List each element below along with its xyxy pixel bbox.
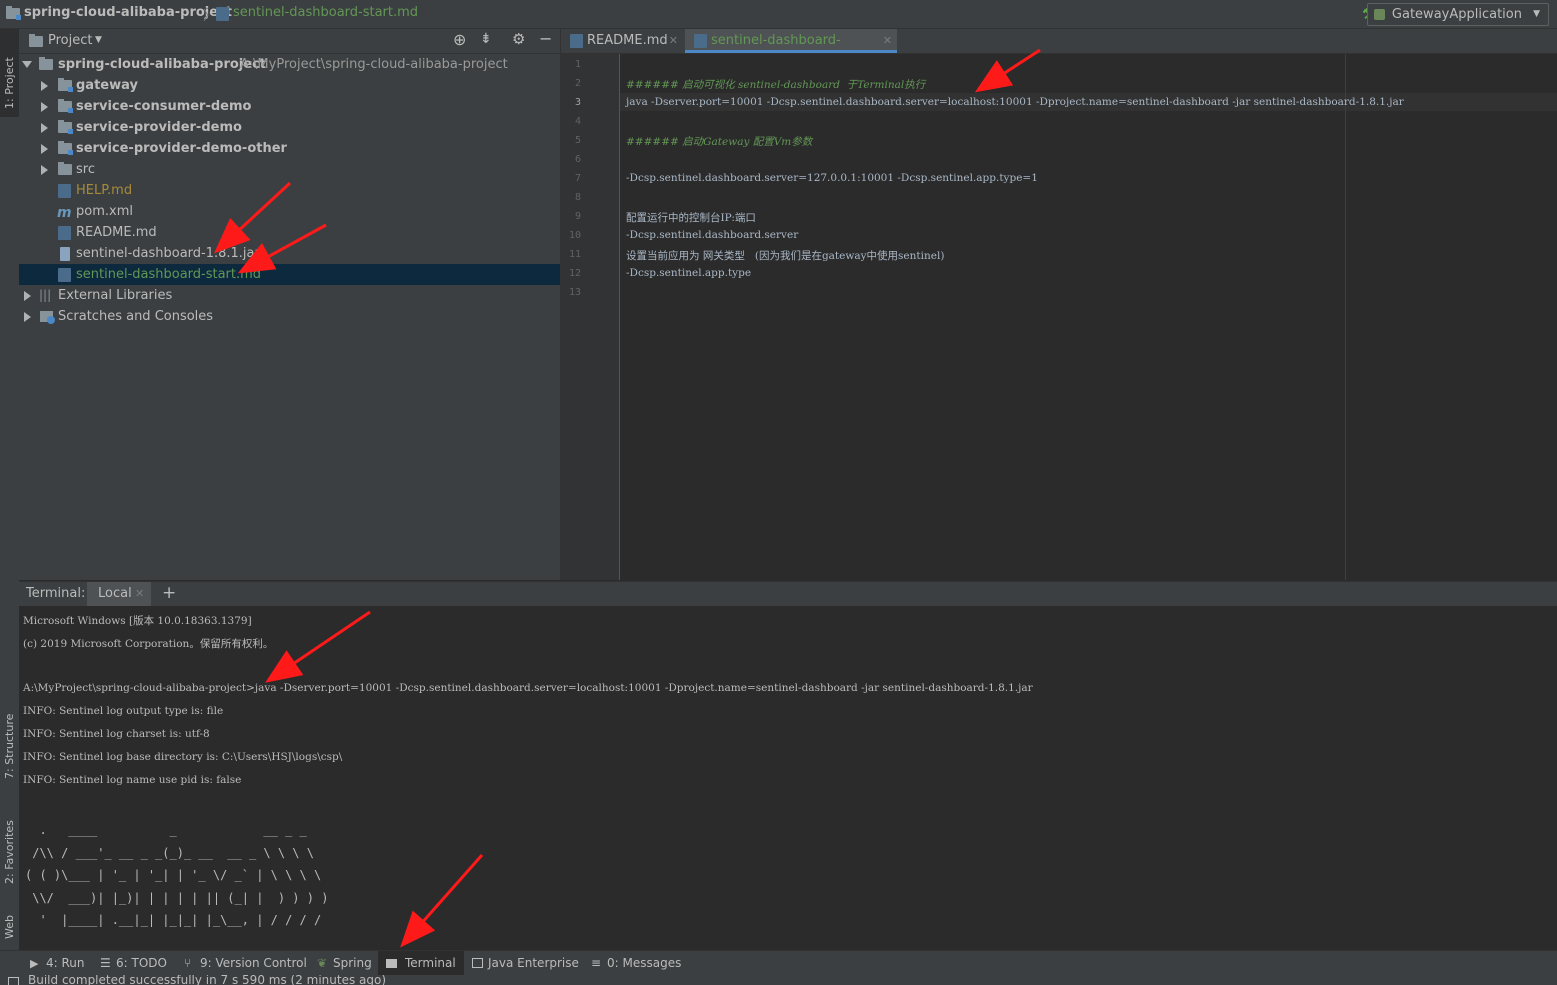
red-arrow-start-md	[237, 223, 327, 274]
red-arrow-editor	[974, 48, 1041, 93]
red-arrow-jar	[213, 181, 292, 254]
annotation-arrows	[213, 48, 1041, 948]
red-arrow-terminal-tool	[400, 854, 484, 948]
red-arrow-terminal-command	[265, 610, 371, 683]
